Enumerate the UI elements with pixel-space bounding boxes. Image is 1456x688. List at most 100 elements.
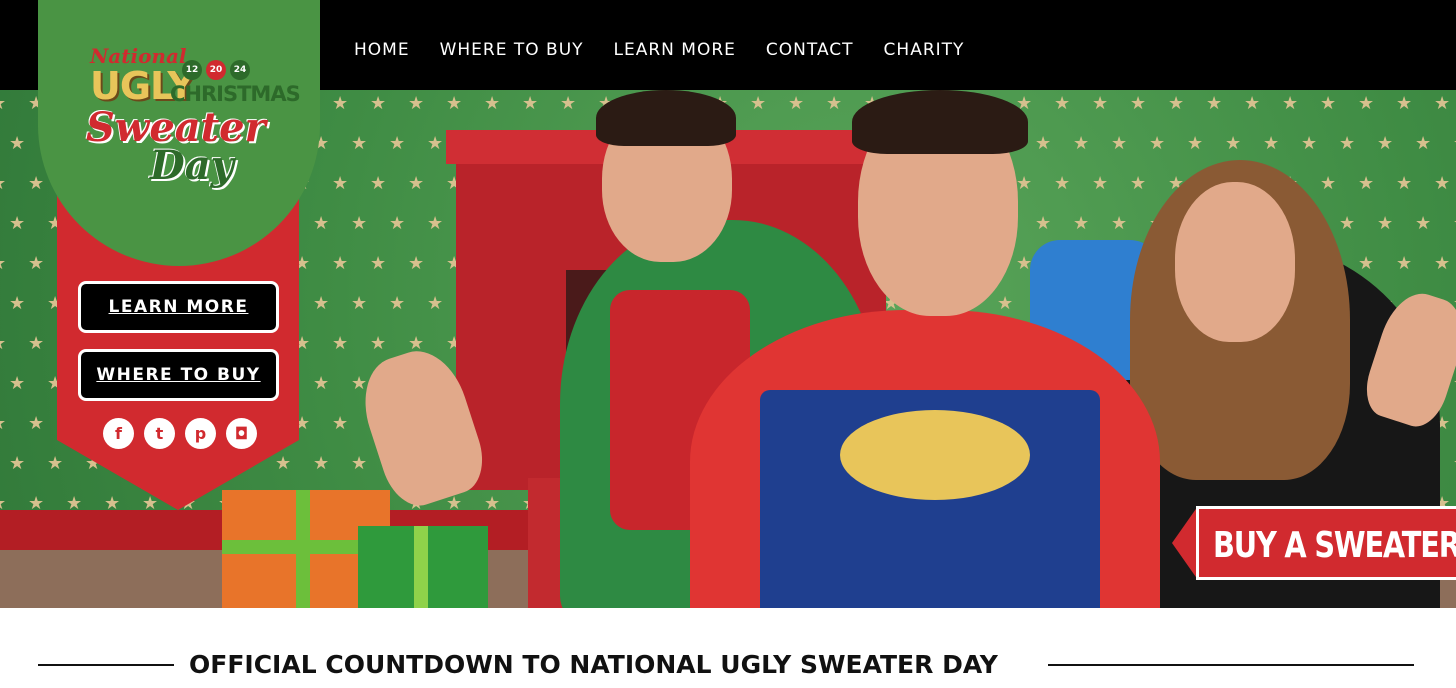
wallpaper-star: ★ bbox=[0, 334, 6, 352]
wallpaper-star: ★ bbox=[826, 93, 843, 113]
wallpaper-star: ★ bbox=[1111, 133, 1128, 153]
wallpaper-star: ★ bbox=[389, 213, 406, 233]
wallpaper-star: ★ bbox=[1434, 93, 1451, 113]
wallpaper-star: ★ bbox=[313, 293, 330, 313]
wallpaper-star: ★ bbox=[351, 133, 368, 153]
wallpaper-star: ★ bbox=[1111, 213, 1128, 233]
wallpaper-star: ★ bbox=[1339, 213, 1356, 233]
wallpaper-star: ★ bbox=[560, 93, 577, 113]
ornament-date-3: 24 bbox=[230, 60, 250, 80]
wallpaper-star: ★ bbox=[1396, 253, 1413, 273]
countdown-rule-right bbox=[1048, 664, 1414, 666]
wallpaper-star: ★ bbox=[1149, 133, 1166, 153]
wallpaper-star: ★ bbox=[1320, 173, 1337, 193]
wallpaper-star: ★ bbox=[1054, 173, 1071, 193]
wallpaper-star: ★ bbox=[750, 93, 767, 113]
wallpaper-star: ★ bbox=[370, 173, 387, 193]
wallpaper-star: ★ bbox=[0, 94, 6, 112]
logo-ornament-dates: 12 20 24 bbox=[182, 60, 250, 80]
logo-christmas-text: CHRISTMAS bbox=[170, 82, 301, 106]
wallpaper-star: ★ bbox=[370, 93, 387, 113]
wallpaper-star: ★ bbox=[389, 133, 406, 153]
wallpaper-star: ★ bbox=[1434, 253, 1451, 273]
wallpaper-star: ★ bbox=[313, 373, 330, 393]
countdown-rule-left bbox=[38, 664, 174, 666]
wallpaper-star: ★ bbox=[1187, 133, 1204, 153]
side-ribbon-tip bbox=[57, 440, 299, 510]
wallpaper-star: ★ bbox=[332, 333, 349, 353]
wallpaper-star: ★ bbox=[0, 254, 6, 272]
wallpaper-star: ★ bbox=[9, 373, 26, 393]
wallpaper-star: ★ bbox=[1168, 93, 1185, 113]
wallpaper-star: ★ bbox=[408, 173, 425, 193]
wallpaper-star: ★ bbox=[427, 133, 444, 153]
buy-a-sweater-label: BUY A SWEATER bbox=[1213, 525, 1456, 566]
wallpaper-star: ★ bbox=[28, 413, 45, 433]
wallpaper-star: ★ bbox=[788, 93, 805, 113]
buy-a-sweater-button[interactable]: BUY A SWEATER bbox=[1196, 506, 1456, 580]
wallpaper-star: ★ bbox=[351, 293, 368, 313]
nav-home[interactable]: HOME bbox=[354, 40, 410, 60]
learn-more-button[interactable]: LEARN MORE bbox=[78, 281, 279, 333]
wallpaper-star: ★ bbox=[1358, 93, 1375, 113]
wallpaper-star: ★ bbox=[1054, 93, 1071, 113]
wallpaper-star: ★ bbox=[1035, 213, 1052, 233]
wallpaper-star: ★ bbox=[332, 253, 349, 273]
wallpaper-star: ★ bbox=[351, 453, 368, 473]
wallpaper-star: ★ bbox=[332, 413, 349, 433]
wallpaper-star: ★ bbox=[1282, 93, 1299, 113]
ornament-date-1: 12 bbox=[182, 60, 202, 80]
wallpaper-star: ★ bbox=[9, 133, 26, 153]
nav-contact[interactable]: CONTACT bbox=[766, 40, 854, 60]
wallpaper-star: ★ bbox=[313, 453, 330, 473]
nav-where-to-buy[interactable]: WHERE TO BUY bbox=[440, 40, 584, 60]
wallpaper-star: ★ bbox=[446, 93, 463, 113]
ornament-date-2: 20 bbox=[206, 60, 226, 80]
wallpaper-star: ★ bbox=[28, 173, 45, 193]
wallpaper-star: ★ bbox=[1035, 133, 1052, 153]
wallpaper-star: ★ bbox=[0, 174, 6, 192]
wallpaper-star: ★ bbox=[9, 213, 26, 233]
wallpaper-star: ★ bbox=[332, 93, 349, 113]
wallpaper-star: ★ bbox=[370, 333, 387, 353]
where-to-buy-button[interactable]: WHERE TO BUY bbox=[78, 349, 279, 401]
countdown-heading: OFFICIAL COUNTDOWN TO NATIONAL UGLY SWEA… bbox=[189, 650, 998, 679]
wallpaper-star: ★ bbox=[1206, 93, 1223, 113]
twitter-icon[interactable]: t bbox=[144, 418, 175, 449]
wallpaper-star: ★ bbox=[1320, 93, 1337, 113]
wallpaper-star: ★ bbox=[1130, 93, 1147, 113]
wallpaper-star: ★ bbox=[408, 93, 425, 113]
instagram-icon[interactable]: ◘ bbox=[226, 418, 257, 449]
wallpaper-star: ★ bbox=[1073, 133, 1090, 153]
wallpaper-star: ★ bbox=[389, 293, 406, 313]
wallpaper-star: ★ bbox=[484, 93, 501, 113]
buy-tag-arrow bbox=[1172, 506, 1198, 580]
wallpaper-star: ★ bbox=[522, 93, 539, 113]
wallpaper-star: ★ bbox=[1016, 173, 1033, 193]
wallpaper-star: ★ bbox=[408, 333, 425, 353]
wallpaper-star: ★ bbox=[1377, 133, 1394, 153]
pinterest-icon[interactable]: p bbox=[185, 418, 216, 449]
wallpaper-star: ★ bbox=[351, 373, 368, 393]
wallpaper-star: ★ bbox=[997, 293, 1014, 313]
wallpaper-star: ★ bbox=[9, 293, 26, 313]
wallpaper-star: ★ bbox=[313, 213, 330, 233]
wallpaper-star: ★ bbox=[427, 213, 444, 233]
facebook-icon[interactable]: f bbox=[103, 418, 134, 449]
wallpaper-star: ★ bbox=[1301, 133, 1318, 153]
nav-charity[interactable]: CHARITY bbox=[884, 40, 965, 60]
wallpaper-star: ★ bbox=[1092, 173, 1109, 193]
wallpaper-star: ★ bbox=[1358, 253, 1375, 273]
wallpaper-star: ★ bbox=[1358, 173, 1375, 193]
wallpaper-star: ★ bbox=[28, 253, 45, 273]
nav-learn-more[interactable]: LEARN MORE bbox=[614, 40, 736, 60]
wallpaper-star: ★ bbox=[408, 253, 425, 273]
wallpaper-star: ★ bbox=[1396, 173, 1413, 193]
wallpaper-star: ★ bbox=[1244, 93, 1261, 113]
wallpaper-star: ★ bbox=[1073, 213, 1090, 233]
wallpaper-star: ★ bbox=[1415, 133, 1432, 153]
wallpaper-star: ★ bbox=[351, 213, 368, 233]
wallpaper-star: ★ bbox=[1415, 213, 1432, 233]
wallpaper-star: ★ bbox=[1225, 133, 1242, 153]
wallpaper-star: ★ bbox=[9, 453, 26, 473]
